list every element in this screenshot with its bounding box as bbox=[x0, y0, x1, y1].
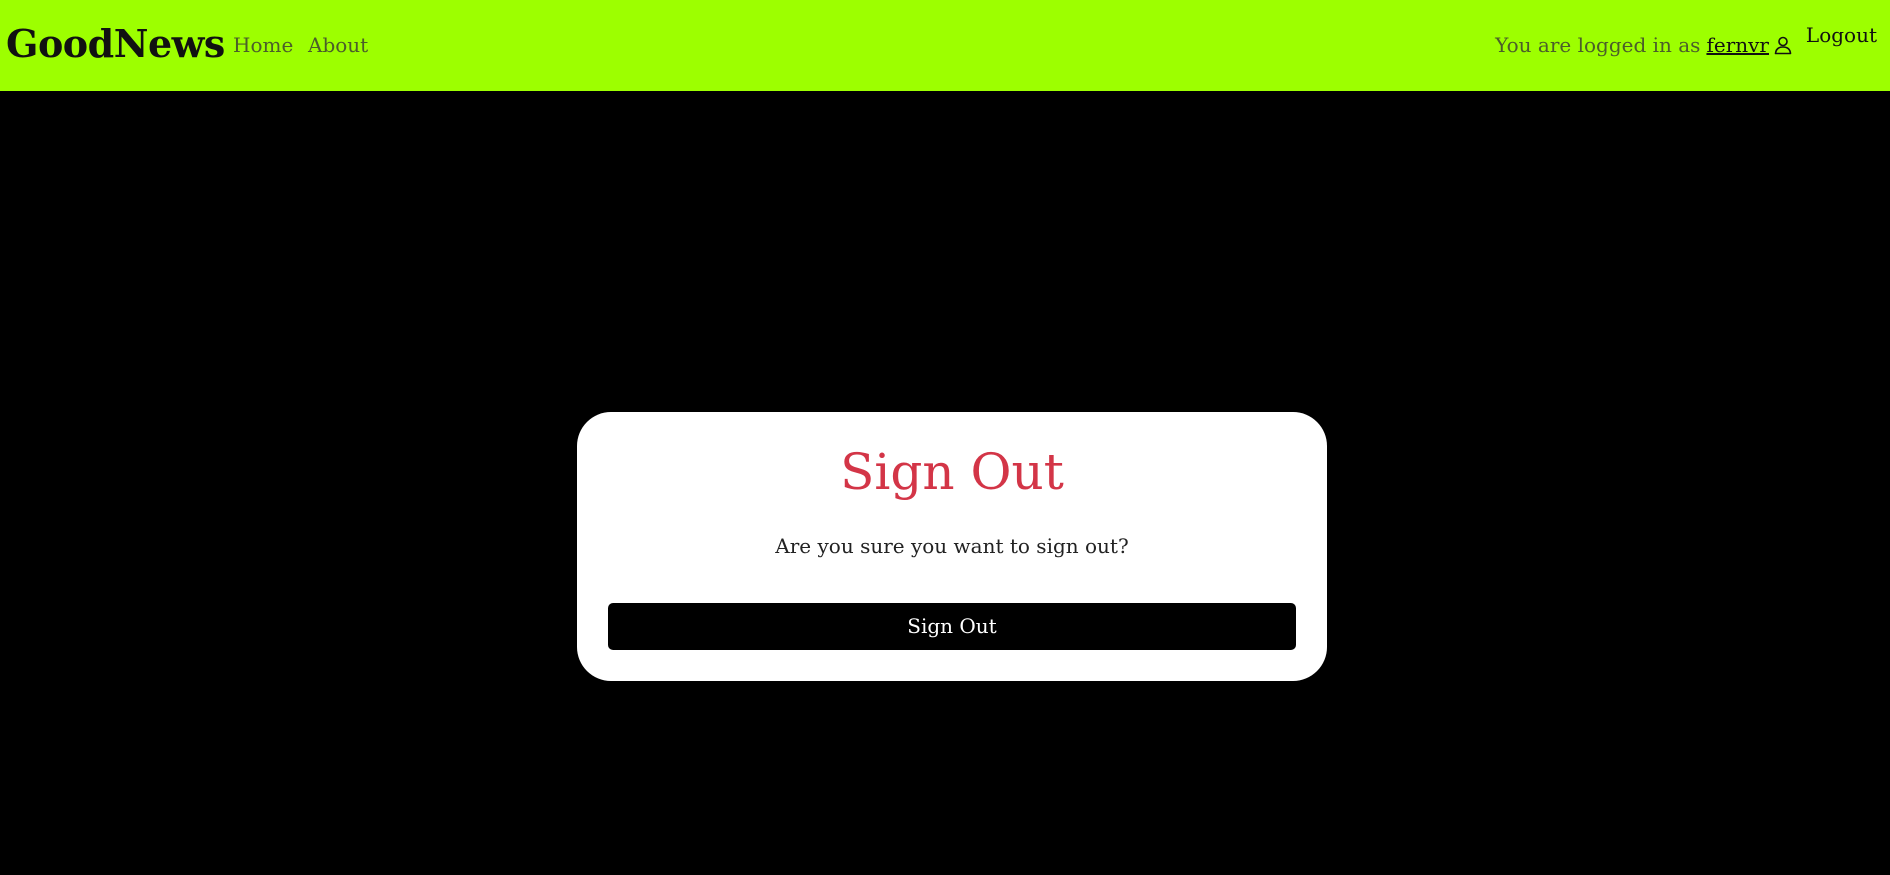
nav-link-home[interactable]: Home bbox=[233, 32, 293, 58]
user-icon[interactable] bbox=[1773, 35, 1793, 55]
sign-out-button[interactable]: Sign Out bbox=[608, 603, 1296, 650]
card-title: Sign Out bbox=[840, 443, 1064, 501]
navbar: GoodNews Home About You are logged in as… bbox=[0, 0, 1890, 91]
logout-link[interactable]: Logout bbox=[1806, 22, 1877, 48]
username-link[interactable]: fernvr bbox=[1706, 32, 1769, 58]
login-status-text: You are logged in as bbox=[1495, 33, 1701, 57]
brand-logo[interactable]: GoodNews bbox=[6, 22, 225, 66]
confirm-message: Are you sure you want to sign out? bbox=[775, 534, 1129, 558]
login-status: You are logged in as fernvr bbox=[1495, 32, 1793, 58]
signout-card: Sign Out Are you sure you want to sign o… bbox=[577, 412, 1327, 681]
nav-link-about[interactable]: About bbox=[308, 32, 368, 58]
